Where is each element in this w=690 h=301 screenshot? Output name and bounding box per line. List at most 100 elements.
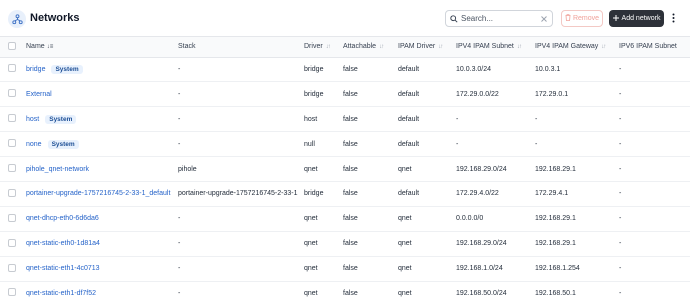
stack-cell: -	[178, 289, 181, 297]
column-header-attachable[interactable]: Attachable ↓↑	[343, 37, 398, 58]
table-row: qnet-static-eth1-4c0713 - qnet false qne…	[0, 256, 690, 282]
ipam-driver-cell: default	[398, 90, 420, 98]
ipv4-subnet-cell: 0.0.0.0/0	[456, 215, 484, 223]
column-header-name[interactable]: Name ↓≡	[26, 37, 178, 58]
ipv4-subnet-cell: 172.29.4.0/22	[456, 190, 499, 198]
ipv4-gateway-cell: -	[535, 115, 538, 123]
attachable-cell: false	[343, 65, 358, 73]
network-name-link[interactable]: none	[26, 141, 42, 148]
network-name-link[interactable]: pihole_qnet-network	[26, 166, 89, 173]
row-checkbox[interactable]	[8, 263, 16, 272]
row-select-cell	[0, 132, 26, 157]
row-select-cell	[0, 107, 26, 132]
row-checkbox[interactable]	[8, 114, 16, 123]
driver-cell: null	[304, 140, 315, 148]
ipam-driver-cell: qnet	[398, 265, 412, 273]
network-name-link[interactable]: bridge	[26, 66, 45, 73]
network-name-link[interactable]: host	[26, 116, 39, 123]
sort-icon: ↓↑	[438, 44, 443, 51]
clear-search-icon[interactable]	[539, 14, 549, 24]
search-box[interactable]	[445, 10, 553, 27]
more-options-button[interactable]	[668, 10, 678, 27]
ipv4-subnet-cell: 192.168.29.0/24	[456, 240, 507, 248]
ipam-driver-cell: qnet	[398, 215, 412, 223]
table-row: qnet-static-eth0-1d81a4 - qnet false qne…	[0, 231, 690, 257]
network-name-link[interactable]: qnet-static-eth1-4c0713	[26, 265, 100, 272]
ipv4-gateway-cell: 192.168.50.1	[535, 289, 576, 297]
attachable-cell: false	[343, 165, 358, 173]
name-cell: External	[26, 82, 178, 107]
sort-icon: ↓↑	[601, 44, 606, 51]
attachable-cell: false	[343, 90, 358, 98]
row-checkbox[interactable]	[8, 238, 16, 247]
row-select-cell	[0, 57, 26, 82]
sort-icon: ↓↑	[516, 44, 522, 51]
network-name-link[interactable]: portainer-upgrade-1757216745-2-33-1_defa…	[26, 190, 170, 197]
name-cell: bridge System	[26, 57, 178, 82]
ipv6-subnet-cell: -	[619, 240, 622, 248]
ipv4-gateway-cell: 192.168.29.1	[535, 240, 576, 248]
row-select-cell	[0, 256, 26, 281]
row-checkbox[interactable]	[8, 89, 16, 98]
page-title: Networks	[30, 12, 80, 24]
ipv4-gateway-cell: 192.168.29.1	[535, 215, 576, 223]
search-icon	[450, 10, 458, 28]
table-row: bridge System - bridge false default 10.0…	[0, 57, 690, 82]
ipv6-subnet-cell: -	[619, 289, 622, 297]
network-name-link[interactable]: qnet-static-eth1-df7f52	[26, 290, 96, 297]
ipv4-subnet-cell: 192.168.50.0/24	[456, 289, 507, 297]
stack-cell: -	[178, 215, 181, 223]
stack-cell: -	[178, 90, 181, 98]
driver-cell: host	[304, 115, 318, 123]
row-checkbox[interactable]	[8, 213, 16, 222]
table-row: qnet-dhcp-eth0-6d6da6 - qnet false qnet …	[0, 206, 690, 232]
name-cell: qnet-static-eth0-1d81a4	[26, 231, 178, 256]
stack-cell: pihole	[178, 165, 197, 173]
system-badge: System	[51, 64, 83, 74]
add-network-button[interactable]: Add network	[609, 10, 664, 27]
row-checkbox[interactable]	[8, 288, 16, 297]
network-name-link[interactable]: External	[26, 91, 52, 98]
stack-cell: -	[178, 265, 181, 273]
select-all-checkbox[interactable]	[8, 41, 16, 50]
column-header-ipv4-gateway[interactable]: IPV4 IPAM Gateway ↓↑	[535, 37, 619, 58]
name-cell: qnet-static-eth1-4c0713	[26, 256, 178, 281]
ipv6-subnet-cell: -	[619, 115, 622, 123]
attachable-cell: false	[343, 289, 358, 297]
row-select-cell	[0, 231, 26, 256]
remove-button[interactable]: Remove	[561, 10, 603, 27]
column-header-label: Attachable	[343, 43, 377, 51]
ipam-driver-cell: default	[398, 65, 420, 73]
row-checkbox[interactable]	[8, 64, 16, 73]
column-header-driver[interactable]: Driver ↓↑	[304, 37, 343, 58]
stack-cell: portainer-upgrade-1757216745-2-33-1	[178, 190, 298, 198]
ipv4-gateway-cell: 192.168.29.1	[535, 165, 576, 173]
driver-cell: bridge	[304, 65, 324, 73]
row-checkbox[interactable]	[8, 188, 16, 197]
column-header-stack[interactable]: Stack	[178, 37, 304, 58]
column-header-ipv6-subnet[interactable]: IPV6 IPAM Subnet	[619, 37, 690, 58]
network-name-link[interactable]: qnet-static-eth0-1d81a4	[26, 240, 100, 247]
add-network-label: Add network	[621, 15, 661, 22]
more-vertical-icon	[672, 10, 675, 28]
ipam-driver-cell: qnet	[398, 165, 412, 173]
row-checkbox[interactable]	[8, 139, 16, 148]
sort-desc-icon: ↓≡	[46, 44, 54, 51]
plus-icon	[612, 14, 619, 23]
table-row: External - bridge false default 172.29.0…	[0, 82, 690, 107]
column-header-label: IPAM Driver	[398, 43, 436, 51]
ipv4-gateway-cell: -	[535, 140, 538, 148]
column-header-ipv4-subnet[interactable]: IPV4 IPAM Subnet ↓↑	[456, 37, 535, 58]
name-cell: none System	[26, 132, 178, 157]
ipam-driver-cell: default	[398, 140, 420, 148]
ipam-driver-cell: qnet	[398, 289, 412, 297]
column-header-ipam-driver[interactable]: IPAM Driver ↓↑	[398, 37, 456, 58]
ipv4-subnet-cell: 192.168.1.0/24	[456, 265, 503, 273]
row-select-cell	[0, 181, 26, 206]
row-select-cell	[0, 157, 26, 182]
search-input[interactable]	[461, 14, 541, 23]
stack-cell: -	[178, 140, 181, 148]
network-name-link[interactable]: qnet-dhcp-eth0-6d6da6	[26, 215, 99, 222]
row-checkbox[interactable]	[8, 164, 16, 172]
ipv4-subnet-cell: 172.29.0.0/22	[456, 90, 499, 98]
